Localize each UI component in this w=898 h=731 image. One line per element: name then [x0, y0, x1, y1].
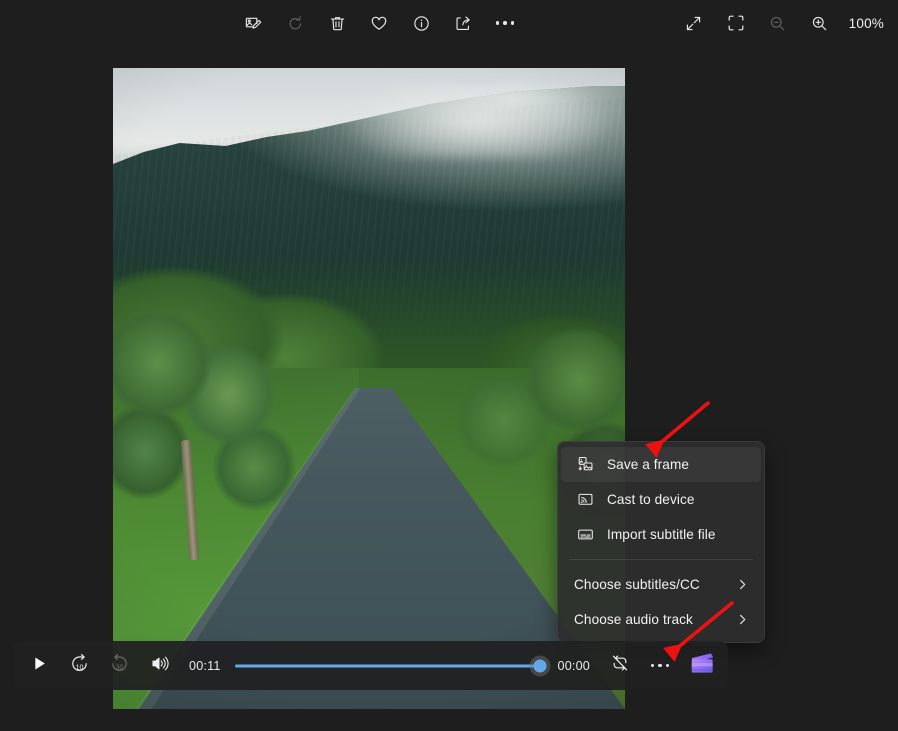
menu-item-cast-to-device[interactable]: Cast to device [561, 482, 761, 517]
elapsed-time-label: 00:11 [189, 658, 221, 673]
forward-30-icon: 30 [109, 653, 130, 679]
rotate-button[interactable] [274, 4, 316, 42]
see-more-button[interactable] [484, 4, 526, 42]
player-context-menu: Save a frame Cast to device Import subti… [557, 441, 765, 643]
svg-text:10: 10 [75, 664, 83, 671]
seek-slider[interactable] [234, 657, 547, 675]
menu-item-save-a-frame[interactable]: Save a frame [561, 447, 761, 482]
clipchamp-icon [688, 651, 716, 681]
repeat-off-button[interactable] [600, 647, 640, 685]
volume-button[interactable] [139, 647, 179, 685]
menu-item-label: Save a frame [607, 456, 690, 472]
save-frame-icon [574, 455, 596, 475]
menu-item-label: Choose subtitles/CC [574, 576, 700, 592]
media-player-controls: 10 30 00:11 00:00 [13, 641, 728, 690]
rewind-10-button[interactable]: 10 [59, 647, 99, 685]
chevron-right-icon [736, 613, 749, 626]
favorite-button[interactable] [358, 4, 400, 42]
fit-to-window-icon [726, 13, 746, 33]
subtitle-icon [574, 525, 596, 545]
top-toolbar-right-group: 100% [673, 0, 890, 46]
zoom-out-button[interactable] [757, 4, 799, 42]
delete-button[interactable] [316, 4, 358, 42]
forward-30-button[interactable]: 30 [99, 647, 139, 685]
play-button[interactable] [19, 647, 59, 685]
menu-item-import-subtitle-file[interactable]: Import subtitle file [561, 517, 761, 552]
zoom-in-button[interactable] [799, 4, 841, 42]
heart-icon [369, 13, 389, 33]
volume-icon [150, 654, 169, 678]
share-icon [454, 14, 473, 33]
more-horizontal-icon [495, 21, 515, 25]
remaining-time-label: 00:00 [557, 658, 590, 673]
seek-fill [234, 664, 541, 667]
menu-divider [569, 559, 753, 560]
fullscreen-button[interactable] [673, 4, 715, 42]
video-vignette [113, 68, 625, 709]
menu-item-label: Choose audio track [574, 611, 693, 627]
menu-item-choose-subtitles-cc[interactable]: Choose subtitles/CC [561, 567, 761, 602]
top-toolbar-left-group [232, 0, 526, 46]
fit-to-window-button[interactable] [715, 4, 757, 42]
info-icon [412, 14, 431, 33]
edit-image-icon [244, 14, 263, 33]
edit-in-clipchamp-button[interactable] [682, 648, 722, 684]
cast-icon [574, 490, 596, 510]
seek-thumb[interactable] [533, 659, 547, 672]
more-horizontal-icon [650, 663, 670, 668]
menu-item-choose-audio-track[interactable]: Choose audio track [561, 602, 761, 637]
svg-text:30: 30 [115, 664, 123, 671]
rewind-10-icon: 10 [69, 653, 90, 679]
zoom-in-icon [810, 14, 829, 33]
zoom-level-label: 100% [848, 15, 884, 31]
trash-icon [328, 14, 347, 33]
share-button[interactable] [442, 4, 484, 42]
expand-arrows-icon [684, 14, 703, 33]
repeat-off-icon [610, 653, 630, 678]
menu-item-label: Import subtitle file [607, 526, 716, 542]
file-info-button[interactable] [400, 4, 442, 42]
player-more-options-button[interactable] [640, 647, 680, 685]
rotate-icon [286, 14, 305, 33]
menu-item-label: Cast to device [607, 491, 695, 507]
play-icon [31, 655, 48, 677]
zoom-out-icon [768, 14, 787, 33]
edit-image-button[interactable] [232, 4, 274, 42]
chevron-right-icon [736, 578, 749, 591]
video-canvas[interactable] [113, 68, 625, 709]
top-toolbar: 100% [0, 0, 898, 46]
